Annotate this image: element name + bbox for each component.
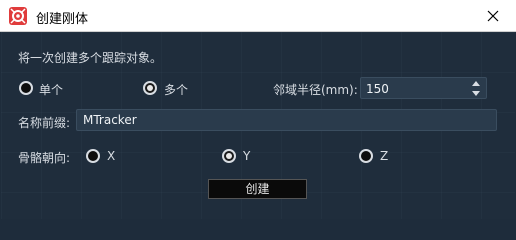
window-title: 创建刚体 xyxy=(36,12,89,27)
name-prefix-input[interactable]: MTracker xyxy=(76,109,497,131)
radius-value: 150 xyxy=(366,82,389,96)
radio-axis-z[interactable] xyxy=(359,149,373,163)
radio-axis-z-label: Z xyxy=(380,149,389,163)
radio-axis-x-label: X xyxy=(107,149,116,163)
close-icon xyxy=(487,10,499,21)
bone-axis-label: 骨骼朝向: xyxy=(18,151,71,165)
chevron-down-icon xyxy=(472,91,480,96)
chevron-up-icon xyxy=(472,81,480,86)
description-text: 将一次创建多个跟踪对象。 xyxy=(18,51,163,65)
spin-down-button[interactable] xyxy=(469,89,483,98)
radio-axis-y-label: Y xyxy=(243,149,251,163)
title-bar: 创建刚体 xyxy=(0,0,516,32)
radio-axis-x[interactable] xyxy=(86,149,100,163)
radio-single[interactable] xyxy=(19,81,33,95)
spin-up-button[interactable] xyxy=(469,79,483,88)
radio-multiple-label: 多个 xyxy=(164,83,189,97)
close-button[interactable] xyxy=(470,0,516,31)
radius-label: 邻域半径(mm): xyxy=(273,83,358,97)
radio-multiple[interactable] xyxy=(143,81,157,95)
radius-spinbox[interactable]: 150 xyxy=(360,77,487,99)
radio-axis-y[interactable] xyxy=(222,149,236,163)
radio-single-label: 单个 xyxy=(39,83,64,97)
create-button[interactable]: 创建 xyxy=(208,179,307,199)
name-prefix-label: 名称前缀: xyxy=(18,116,71,130)
app-logo-icon xyxy=(9,7,27,25)
